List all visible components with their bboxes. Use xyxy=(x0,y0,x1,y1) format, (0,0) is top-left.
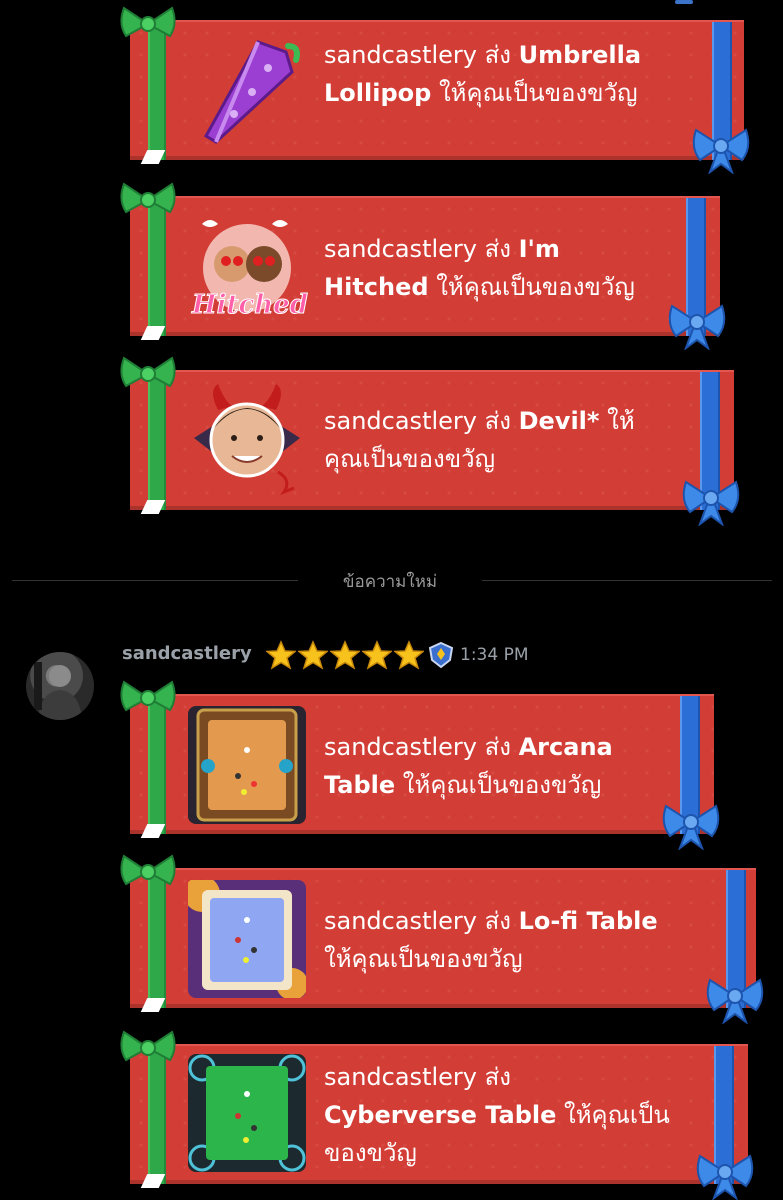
blue-bow-icon xyxy=(706,978,764,1024)
devil-face-icon xyxy=(194,384,300,496)
green-bow-icon xyxy=(120,1030,176,1062)
rank-stars xyxy=(266,640,456,670)
hitched-logo-text: Hitched xyxy=(192,290,309,321)
blue-bow-icon xyxy=(682,480,740,526)
hitched-couple-icon: Hitched xyxy=(188,206,309,324)
green-bow-icon xyxy=(120,680,176,712)
blue-bow-icon xyxy=(668,304,726,350)
username[interactable]: sandcastlery xyxy=(122,643,252,664)
ribbon-tail xyxy=(140,998,166,1012)
arcana-table-icon xyxy=(188,706,306,824)
timestamp: 1:34 PM xyxy=(460,645,529,665)
gift-card-lofi-table[interactable]: sandcastlery ส่ง Lo-fi Table ให้คุณเป็นข… xyxy=(120,854,764,1024)
divider-left xyxy=(12,580,298,581)
gift-message: sandcastlery ส่ง I'm Hitched ให้คุณเป็นข… xyxy=(324,235,635,301)
star-icon xyxy=(266,640,296,670)
star-icon xyxy=(362,640,392,670)
umbrella-lollipop-icon xyxy=(203,40,300,144)
gift-message: sandcastlery ส่ง Lo-fi Table ให้คุณเป็นข… xyxy=(324,907,658,973)
lofi-table-icon xyxy=(188,880,306,998)
shield-badge-icon xyxy=(428,641,454,669)
green-bow-icon xyxy=(120,854,176,886)
star-icon xyxy=(298,640,328,670)
gift-message: sandcastlery ส่ง Devil* ให้ คุณเป็นของขว… xyxy=(324,407,635,473)
gift-message: sandcastlery ส่ง Umbrella Lollipop ให้คุ… xyxy=(324,41,642,107)
gift-card-devil[interactable]: sandcastlery ส่ง Devil* ให้ คุณเป็นของขว… xyxy=(120,356,740,526)
avatar[interactable] xyxy=(26,652,94,720)
gift-message: sandcastlery ส่ง Cyberverse Table ให้คุณ… xyxy=(324,1063,670,1167)
gift-message: sandcastlery ส่ง Arcana Table ให้คุณเป็น… xyxy=(324,733,613,799)
ribbon-tail xyxy=(140,500,166,514)
blue-bow-icon xyxy=(696,1154,754,1200)
green-bow-icon xyxy=(120,182,176,214)
gift-card-im-hitched[interactable]: Hitched sandcastlery ส่ง I'm Hitched ให้… xyxy=(120,182,726,350)
star-icon xyxy=(330,640,360,670)
star-icon xyxy=(394,640,424,670)
new-messages-divider: ข้อความใหม่ xyxy=(342,572,438,592)
ribbon-tail xyxy=(140,150,166,164)
divider-right xyxy=(482,580,772,581)
gift-card-cyberverse-table[interactable]: sandcastlery ส่ง Cyberverse Table ให้คุณ… xyxy=(120,1030,754,1200)
ribbon-tail xyxy=(140,824,166,838)
blue-bow-icon xyxy=(662,804,720,850)
gift-card-arcana-table[interactable]: sandcastlery ส่ง Arcana Table ให้คุณเป็น… xyxy=(120,680,720,850)
green-bow-icon xyxy=(120,356,176,388)
ribbon-tail xyxy=(140,326,166,340)
gift-card-umbrella-lollipop[interactable]: sandcastlery ส่ง Umbrella Lollipop ให้คุ… xyxy=(120,6,750,174)
green-bow-icon xyxy=(120,6,176,38)
scroll-indicator xyxy=(675,0,693,4)
blue-bow-icon xyxy=(692,128,750,174)
ribbon-tail xyxy=(140,1174,166,1188)
cyberverse-table-icon xyxy=(188,1054,306,1172)
